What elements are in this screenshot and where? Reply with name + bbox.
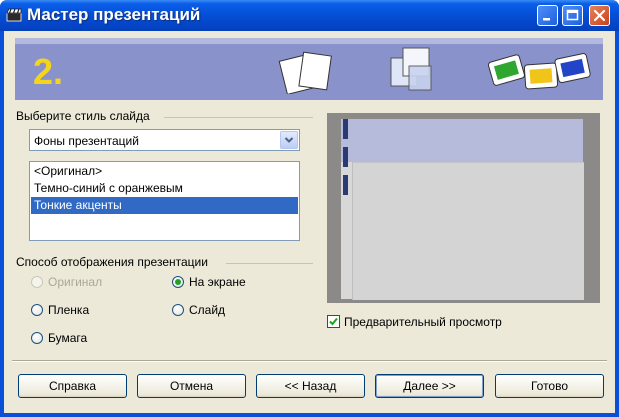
preview-checkbox-box[interactable]	[327, 315, 340, 328]
dialog-body: 2. Выберите стиль слайда Фоны презентаци…	[4, 31, 615, 413]
radio-paper-dot	[31, 332, 43, 344]
dropdown-value: Фоны презентаций	[34, 134, 139, 148]
wizard-window: Мастер презентаций 2. Выберите стиль сла…	[0, 0, 619, 417]
title-bar[interactable]: Мастер презентаций	[0, 0, 619, 31]
banner-stripe	[15, 38, 603, 44]
checkmark-icon	[329, 317, 338, 326]
preview-checkbox-label: Предварительный просмотр	[344, 315, 502, 329]
radio-original-label: Оригинал	[48, 275, 103, 289]
radio-screen-dot	[172, 276, 184, 288]
maximize-icon	[566, 9, 579, 21]
slides-icon	[487, 53, 591, 90]
preview-accent	[343, 147, 348, 167]
preview-content-panel	[352, 162, 584, 300]
preview-slide	[341, 119, 584, 300]
minimize-icon	[543, 18, 550, 21]
minimize-button[interactable]	[537, 5, 558, 26]
preview-title-bar	[341, 119, 583, 162]
dropdown-arrow-button[interactable]	[280, 131, 298, 149]
close-icon	[593, 9, 606, 22]
list-item-original[interactable]: <Оригинал>	[31, 163, 298, 180]
output-medium-divider	[226, 263, 313, 264]
cancel-button[interactable]: Отмена	[137, 374, 246, 398]
list-item-dark-blue-orange[interactable]: Темно-синий с оранжевым	[31, 180, 298, 197]
list-item-subtle-accents[interactable]: Тонкие акценты	[31, 197, 298, 214]
preview-accent	[343, 175, 348, 195]
radio-film-label: Пленка	[48, 303, 90, 317]
chevron-down-icon	[284, 137, 294, 143]
layers-icon	[390, 47, 432, 91]
pages-icon	[278, 51, 332, 94]
radio-screen-label: На экране	[189, 275, 246, 289]
radio-original-dot	[31, 276, 43, 288]
done-button[interactable]: Готово	[495, 374, 604, 398]
slide-style-label: Выберите стиль слайда	[16, 109, 150, 123]
slide-style-divider	[164, 117, 313, 118]
style-listbox[interactable]: <Оригинал> Темно-синий с оранжевым Тонки…	[29, 161, 300, 241]
radio-slide-label: Слайд	[189, 303, 226, 317]
wizard-banner: 2.	[15, 38, 603, 100]
preview-accent	[343, 119, 348, 139]
back-button[interactable]: << Назад	[256, 374, 365, 398]
maximize-button[interactable]	[562, 5, 583, 26]
radio-film-dot	[31, 304, 43, 316]
window-title: Мастер презентаций	[27, 5, 201, 24]
radio-slide-dot	[172, 304, 184, 316]
footer-divider	[12, 360, 607, 362]
radio-paper-label: Бумага	[48, 331, 88, 345]
clapper-icon	[6, 8, 22, 22]
style-category-dropdown[interactable]: Фоны презентаций	[29, 129, 300, 151]
slide-preview	[327, 113, 600, 303]
help-button[interactable]: Справка	[18, 374, 127, 398]
close-button[interactable]	[589, 5, 610, 26]
next-button[interactable]: Далее >>	[375, 374, 484, 398]
step-number: 2.	[33, 51, 64, 92]
output-medium-label: Способ отображения презентации	[16, 255, 208, 269]
